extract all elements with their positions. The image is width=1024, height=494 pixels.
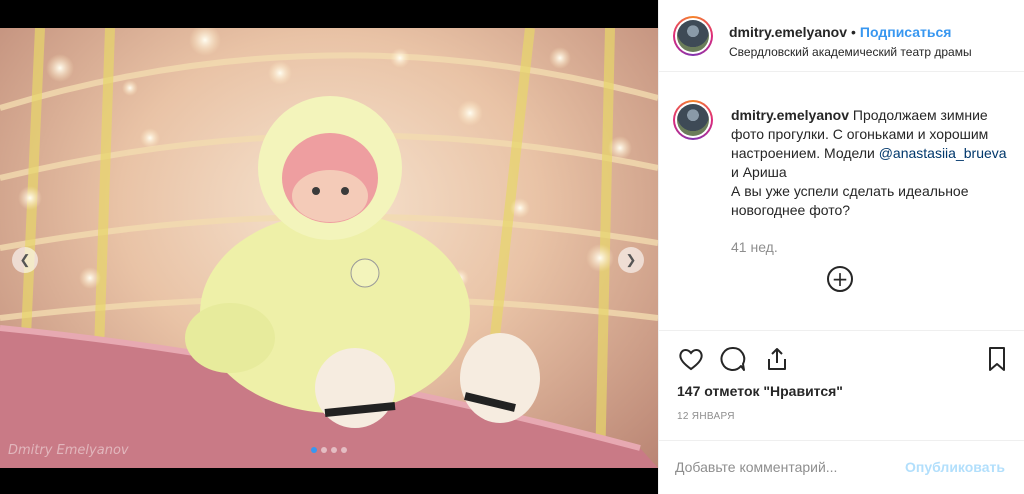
follow-button[interactable]: Подписаться — [860, 24, 952, 40]
comment-bar: Опубликовать — [659, 440, 1024, 494]
carousel-prev-button[interactable]: ❮ — [12, 247, 38, 273]
carousel-dot — [331, 447, 337, 453]
comment-input[interactable] — [675, 455, 895, 479]
carousel-dot — [321, 447, 327, 453]
location-link[interactable]: Свердловский академический театр драмы — [729, 45, 972, 59]
avatar[interactable] — [673, 100, 713, 140]
likes-count[interactable]: 147 отметок "Нравится" — [677, 383, 843, 399]
post-date: 12 ЯНВАРЯ — [677, 411, 735, 422]
comment-icon[interactable] — [719, 345, 747, 373]
share-icon[interactable] — [763, 345, 791, 373]
caption-question: А вы уже успели сделать идеальное нового… — [731, 183, 969, 218]
carousel-dot — [341, 447, 347, 453]
post-sidebar: dmitry.emelyanov • Подписаться Свердловски… — [658, 0, 1024, 494]
carousel-indicator — [0, 447, 658, 453]
carousel-next-button[interactable]: ❯ — [618, 247, 644, 273]
avatar[interactable] — [673, 16, 713, 56]
caption-body-end: и Ариша — [731, 164, 787, 180]
photo-illustration — [0, 28, 658, 468]
header-username[interactable]: dmitry.emelyanov — [729, 24, 847, 40]
publish-button[interactable]: Опубликовать — [905, 459, 1005, 475]
caption-text: dmitry.emelyanov Продолжаем зимние фото … — [731, 106, 1011, 220]
post-actions: 147 отметок "Нравится" 12 ЯНВАРЯ — [659, 330, 1024, 440]
header-separator: • — [851, 24, 856, 40]
heart-icon[interactable] — [677, 345, 705, 373]
caption-mention-link[interactable]: @anastasiia_brueva — [879, 145, 1007, 161]
post-media: Dmitry Emelyanov ❮ ❯ — [0, 0, 658, 494]
caption-username[interactable]: dmitry.emelyanov — [731, 107, 849, 123]
post-caption: dmitry.emelyanov Продолжаем зимние фото … — [659, 72, 1024, 330]
post-photo[interactable]: Dmitry Emelyanov — [0, 28, 658, 468]
header-user-line: dmitry.emelyanov • Подписаться — [729, 24, 951, 40]
avatar-image — [677, 104, 709, 136]
post-header: dmitry.emelyanov • Подписаться Свердловски… — [659, 0, 1024, 72]
carousel-dot-active — [311, 447, 317, 453]
avatar-image — [677, 20, 709, 52]
load-more-comments-icon[interactable]: + — [827, 266, 853, 292]
caption-time[interactable]: 41 нед. — [731, 239, 778, 255]
bookmark-icon[interactable] — [983, 345, 1011, 373]
